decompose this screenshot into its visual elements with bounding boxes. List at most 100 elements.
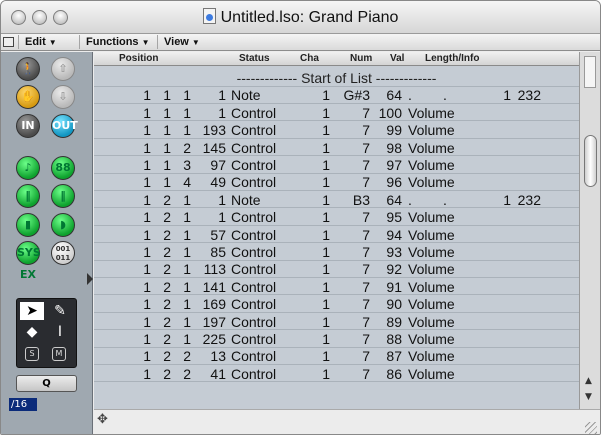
cell-beat[interactable]: 2 xyxy=(151,209,171,225)
cell-channel[interactable]: 1 xyxy=(310,244,330,260)
cell-status[interactable]: Control xyxy=(231,279,276,295)
cell-tick[interactable]: 169 xyxy=(191,296,226,312)
cell-tick[interactable]: 1 xyxy=(191,192,226,208)
cell-tick[interactable]: 1 xyxy=(191,87,226,103)
cell-division[interactable]: 1 xyxy=(171,331,191,347)
cell-val[interactable]: 99 xyxy=(372,122,402,138)
col-length-info[interactable]: Length/Info xyxy=(425,53,479,64)
menu-view[interactable]: View ▼ xyxy=(157,35,211,49)
cell-tick[interactable]: 113 xyxy=(191,261,226,277)
division-display[interactable]: /16 xyxy=(9,398,37,411)
cell-tick[interactable]: 141 xyxy=(191,279,226,295)
cell-info[interactable]: . xyxy=(408,192,412,208)
cell-division[interactable]: 1 xyxy=(171,87,191,103)
cell-tick[interactable]: 85 xyxy=(191,244,226,260)
table-row[interactable]: 1 1 1 193 Control 1 7 99 Volume xyxy=(94,122,579,139)
cell-beat[interactable]: 1 xyxy=(151,140,171,156)
cell-info[interactable]: Volume xyxy=(408,261,455,277)
cell-length-tick[interactable]: 232 xyxy=(511,192,541,208)
cell-info[interactable]: Volume xyxy=(408,244,455,260)
cell-tick[interactable]: 57 xyxy=(191,227,226,243)
cell-bar[interactable]: 1 xyxy=(131,157,151,173)
cell-beat[interactable]: 1 xyxy=(151,157,171,173)
cell-val[interactable]: 91 xyxy=(372,279,402,295)
table-row[interactable]: 1 2 1 1 Control 1 7 95 Volume xyxy=(94,209,579,226)
pitchbend-filter-icon[interactable]: ◗ xyxy=(51,213,75,237)
cell-val[interactable]: 64 xyxy=(372,192,402,208)
table-row[interactable]: 1 1 2 145 Control 1 7 98 Volume xyxy=(94,140,579,157)
cell-beat[interactable]: 1 xyxy=(151,87,171,103)
cell-division[interactable]: 1 xyxy=(171,261,191,277)
cell-bar[interactable]: 1 xyxy=(131,140,151,156)
fader-alt-filter-icon[interactable]: ‖ xyxy=(51,184,75,208)
move-crosshair-icon[interactable]: ✥ xyxy=(97,412,108,427)
cell-bar[interactable]: 1 xyxy=(131,296,151,312)
menu-functions[interactable]: Functions ▼ xyxy=(79,35,159,49)
scroll-up-icon[interactable]: ▲ xyxy=(585,376,592,386)
cell-bar[interactable]: 1 xyxy=(131,87,151,103)
cell-division[interactable]: 2 xyxy=(171,366,191,382)
counter-filter-icon[interactable]: 88 xyxy=(51,156,75,180)
cell-beat[interactable]: 2 xyxy=(151,261,171,277)
cell-channel[interactable]: 1 xyxy=(310,261,330,277)
note-filter-icon[interactable]: ♪ xyxy=(16,156,40,180)
cell-bar[interactable]: 1 xyxy=(131,227,151,243)
cell-beat[interactable]: 1 xyxy=(151,174,171,190)
cell-info[interactable]: Volume xyxy=(408,140,455,156)
cell-division[interactable]: 1 xyxy=(171,192,191,208)
cell-status[interactable]: Control xyxy=(231,314,276,330)
resize-grip-icon[interactable] xyxy=(585,422,597,434)
cell-num[interactable]: 7 xyxy=(330,174,370,190)
cell-status[interactable]: Control xyxy=(231,296,276,312)
cell-tick[interactable]: 41 xyxy=(191,366,226,382)
cell-tick[interactable]: 225 xyxy=(191,331,226,347)
vertical-scrollbar[interactable]: ▲ ▼ xyxy=(579,52,600,409)
table-row[interactable]: 1 2 1 57 Control 1 7 94 Volume xyxy=(94,227,579,244)
cell-info[interactable]: Volume xyxy=(408,105,455,121)
cell-bar[interactable]: 1 xyxy=(131,105,151,121)
col-cha[interactable]: Cha xyxy=(300,53,319,64)
cell-channel[interactable]: 1 xyxy=(310,348,330,364)
sysex-filter-icon[interactable]: SYS EX xyxy=(16,241,41,281)
cell-info-2[interactable]: . xyxy=(443,87,447,103)
pointer-tool-icon[interactable]: ➤ xyxy=(20,302,44,320)
cell-info[interactable]: Volume xyxy=(408,366,455,382)
cell-status[interactable]: Control xyxy=(231,348,276,364)
cell-num[interactable]: 7 xyxy=(330,105,370,121)
cell-val[interactable]: 92 xyxy=(372,261,402,277)
cell-channel[interactable]: 1 xyxy=(310,192,330,208)
cell-tick[interactable]: 49 xyxy=(191,174,226,190)
quantize-button[interactable]: Q xyxy=(16,375,77,392)
cell-length-bar[interactable]: 1 xyxy=(491,87,511,103)
cell-tick[interactable]: 1 xyxy=(191,209,226,225)
cell-channel[interactable]: 1 xyxy=(310,122,330,138)
pencil-tool-icon[interactable]: ✎ xyxy=(48,302,72,320)
cell-num[interactable]: B3 xyxy=(330,192,370,208)
cell-beat[interactable]: 2 xyxy=(151,314,171,330)
cell-beat[interactable]: 2 xyxy=(151,279,171,295)
cell-status[interactable]: Control xyxy=(231,261,276,277)
table-row[interactable]: 1 2 1 85 Control 1 7 93 Volume xyxy=(94,244,579,261)
cell-beat[interactable]: 1 xyxy=(151,122,171,138)
cell-val[interactable]: 87 xyxy=(372,348,402,364)
fader-filter-icon[interactable]: ‖ xyxy=(16,184,40,208)
table-row[interactable]: 1 1 1 1 Control 1 7 100 Volume xyxy=(94,105,579,122)
cell-beat[interactable]: 2 xyxy=(151,348,171,364)
cell-num[interactable]: 7 xyxy=(330,296,370,312)
cell-tick[interactable]: 193 xyxy=(191,122,226,138)
cell-length-bar[interactable]: 1 xyxy=(491,192,511,208)
cell-info[interactable]: Volume xyxy=(408,348,455,364)
cell-channel[interactable]: 1 xyxy=(310,157,330,173)
scroll-thumb[interactable] xyxy=(584,135,597,187)
cell-status[interactable]: Note xyxy=(231,87,261,103)
cell-bar[interactable]: 1 xyxy=(131,366,151,382)
scroll-down-icon[interactable]: ▼ xyxy=(585,392,592,402)
cell-division[interactable]: 1 xyxy=(171,244,191,260)
cell-division[interactable]: 1 xyxy=(171,314,191,330)
mute-tool-icon[interactable]: M xyxy=(52,347,66,361)
menu-edit[interactable]: Edit ▼ xyxy=(18,35,78,49)
expand-triangle-icon[interactable] xyxy=(87,273,93,285)
text-tool-icon[interactable]: I xyxy=(48,323,72,341)
cell-channel[interactable]: 1 xyxy=(310,140,330,156)
cell-info[interactable]: Volume xyxy=(408,279,455,295)
